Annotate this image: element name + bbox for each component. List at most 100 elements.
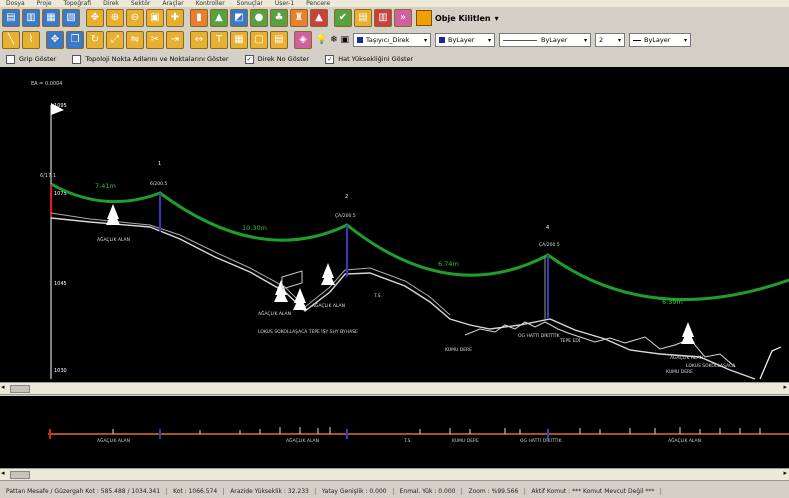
menu-sektor[interactable]: Sektör: [131, 0, 150, 7]
attribute-icon[interactable]: ▤: [270, 31, 288, 49]
measure-icon[interactable]: ◩: [230, 9, 248, 27]
options-bar: Grip Göster Topoloji Nokta Adlarını ve N…: [0, 51, 789, 68]
scroll-thumb[interactable]: [10, 471, 30, 479]
annotation-11: KUMU DERE: [666, 369, 693, 375]
layer-dropdown-value: Taşıyıcı_Direk: [365, 36, 410, 44]
tower-icon[interactable]: ♜: [290, 9, 308, 27]
trim-icon[interactable]: ✂: [146, 31, 164, 49]
annotation-9: AĞAÇLIK ALAN: [670, 354, 703, 361]
check-icon[interactable]: ✔: [334, 9, 352, 27]
overview-feature-ticks: [112, 427, 761, 434]
menu-topografi[interactable]: Topoğrafi: [64, 0, 92, 7]
topoloji-option[interactable]: Topoloji Nokta Adlarını ve Noktalarını G…: [72, 54, 229, 64]
weight-dropdown-value: 2: [598, 36, 604, 44]
lineweight-dropdown-value: ByLayer: [643, 36, 671, 44]
profile-canvas[interactable]: EA = 0.0004 1095 1075 1045 1030 6/17.1 1…: [0, 67, 789, 382]
hatch-icon[interactable]: ▦: [230, 31, 248, 49]
chevron-down-icon: ▾: [494, 13, 499, 23]
tower-4-number: 4: [546, 225, 549, 231]
hat-yuksekligi-checkbox[interactable]: ✓: [325, 54, 335, 64]
block-icon[interactable]: ▢: [250, 31, 268, 49]
menu-sonuclar[interactable]: Sonuçlar: [237, 0, 263, 7]
rotate-icon[interactable]: ↻: [86, 31, 104, 49]
layer-icon[interactable]: ▮: [190, 9, 208, 27]
color-dropdown[interactable]: ByLayer ▾: [434, 33, 495, 47]
direk-no-option[interactable]: ✓ Direk No Göster: [244, 54, 310, 64]
report-icon[interactable]: ▤: [354, 9, 372, 27]
scale-icon[interactable]: ⤢: [106, 31, 124, 49]
zoom-in-icon[interactable]: ⊕: [106, 9, 124, 27]
status-active-command: Aktif Komut : *** Komut Mevcut Değil ***: [525, 487, 662, 495]
profile-horizontal-scrollbar[interactable]: ◂ ▸: [0, 382, 789, 395]
annotation-2: AĞAÇLIK ALAN: [258, 310, 291, 317]
menu-araclar[interactable]: Araçlar: [162, 0, 183, 7]
copy-icon[interactable]: ❐: [66, 31, 84, 49]
direk-no-label: Direk No Göster: [257, 55, 310, 63]
lineweight-preview: [632, 39, 641, 41]
move-icon[interactable]: ✥: [46, 31, 64, 49]
menu-proje[interactable]: Proje: [37, 0, 52, 7]
status-bar: Pattan Mesafe / Güzergah Kot : 585.488 /…: [0, 484, 789, 498]
mirror-icon[interactable]: ⇋: [126, 31, 144, 49]
overview-canvas[interactable]: AĞAÇLIK ALAN AĞAÇLIK ALAN T.S. KUMU DERE…: [0, 396, 789, 468]
weight-dropdown[interactable]: 2 ▾: [594, 33, 625, 47]
open-file-icon[interactable]: ▥: [22, 9, 40, 27]
scroll-right-icon[interactable]: ▸: [783, 383, 787, 391]
topoloji-label: Topoloji Nokta Adlarını ve Noktalarını G…: [85, 55, 229, 63]
warning-icon[interactable]: ▲: [310, 9, 328, 27]
obje-kilitlen-button[interactable]: Obje Kilitlen ▾: [416, 10, 499, 26]
menu-kontroller[interactable]: Kontroller: [196, 0, 225, 7]
chart-icon[interactable]: ▥: [374, 9, 392, 27]
direk-no-checkbox[interactable]: ✓: [244, 54, 254, 64]
annotation-10: LOKUS SOKOLLAŞACA: [686, 363, 736, 369]
layer-dropdown[interactable]: Taşıyıcı_Direk ▾: [352, 33, 431, 47]
overview-label-3: T.S.: [403, 438, 412, 444]
zoom-window-icon[interactable]: ▣: [146, 9, 164, 27]
main-toolbar: ▤ ▥ ▦ ▧ ✥ ⊕ ⊖ ▣ ✚ ▮ ▲ ◩ ● ♣ ♜ ▲ ✔ ▤ ▥ » …: [0, 7, 789, 30]
scroll-left-icon[interactable]: ◂: [1, 383, 5, 391]
forward-icon[interactable]: »: [394, 9, 412, 27]
hat-yuksekligi-option[interactable]: ✓ Hat Yüksekliğini Göster: [325, 54, 413, 64]
polyline-icon[interactable]: ⌇: [22, 31, 40, 49]
tree-icon[interactable]: ♣: [270, 9, 288, 27]
menu-direk[interactable]: Direk: [103, 0, 119, 7]
menu-pencere[interactable]: Pencere: [306, 0, 330, 7]
topoloji-checkbox[interactable]: [72, 54, 82, 64]
grip-checkbox[interactable]: [6, 54, 15, 64]
tower-4-label: ÇA/200.5: [539, 242, 560, 248]
scroll-right-icon[interactable]: ▸: [783, 469, 787, 477]
overview-drawing: AĞAÇLIK ALAN AĞAÇLIK ALAN T.S. KUMU DERE…: [48, 427, 789, 444]
globe-icon[interactable]: ●: [250, 9, 268, 27]
lineweight-dropdown[interactable]: ByLayer ▾: [628, 33, 691, 47]
overview-label-5: OG HATTI DİKİTTİK: [520, 437, 563, 444]
terrain-icon[interactable]: ▲: [210, 9, 228, 27]
dimension-icon[interactable]: ↔: [190, 31, 208, 49]
elevation-label-2: 1045: [54, 281, 67, 287]
layer-manager-icon[interactable]: ◈: [294, 31, 312, 49]
zoom-out-icon[interactable]: ⊖: [126, 9, 144, 27]
profile-drawing: EA = 0.0004 1095 1075 1045 1030 6/17.1 1…: [31, 81, 789, 380]
tree-icon: [321, 263, 335, 285]
status-load: Enmal. Yük : 0.000: [394, 487, 463, 495]
overview-horizontal-scrollbar[interactable]: ◂ ▸: [0, 468, 789, 481]
save-icon[interactable]: ▦: [42, 9, 60, 27]
extend-icon[interactable]: ⇥: [166, 31, 184, 49]
annotation-1: AĞAÇLIK ALAN: [97, 236, 130, 243]
linetype-preview: [502, 39, 537, 41]
chevron-down-icon: ▾: [683, 36, 687, 44]
scroll-left-icon[interactable]: ◂: [1, 469, 5, 477]
linetype-dropdown[interactable]: ByLayer ▾: [498, 33, 591, 47]
grip-option[interactable]: Grip Göster: [6, 54, 56, 64]
status-height: Arazide Yükseklik : 32.233: [224, 487, 316, 495]
scroll-thumb[interactable]: [10, 385, 30, 393]
pan-icon[interactable]: ✥: [86, 9, 104, 27]
zoom-extents-icon[interactable]: ✚: [166, 9, 184, 27]
new-file-icon[interactable]: ▤: [2, 9, 20, 27]
overview-label-1: AĞAÇLIK ALAN: [97, 437, 130, 444]
text-icon[interactable]: T: [210, 31, 228, 49]
menu-dosya[interactable]: Dosya: [6, 0, 25, 7]
print-icon[interactable]: ▧: [62, 9, 80, 27]
layer-state-icons[interactable]: 💡 ❄ ▣: [316, 35, 349, 45]
line-icon[interactable]: ╲: [2, 31, 20, 49]
menu-user-1[interactable]: User-1: [275, 0, 294, 7]
